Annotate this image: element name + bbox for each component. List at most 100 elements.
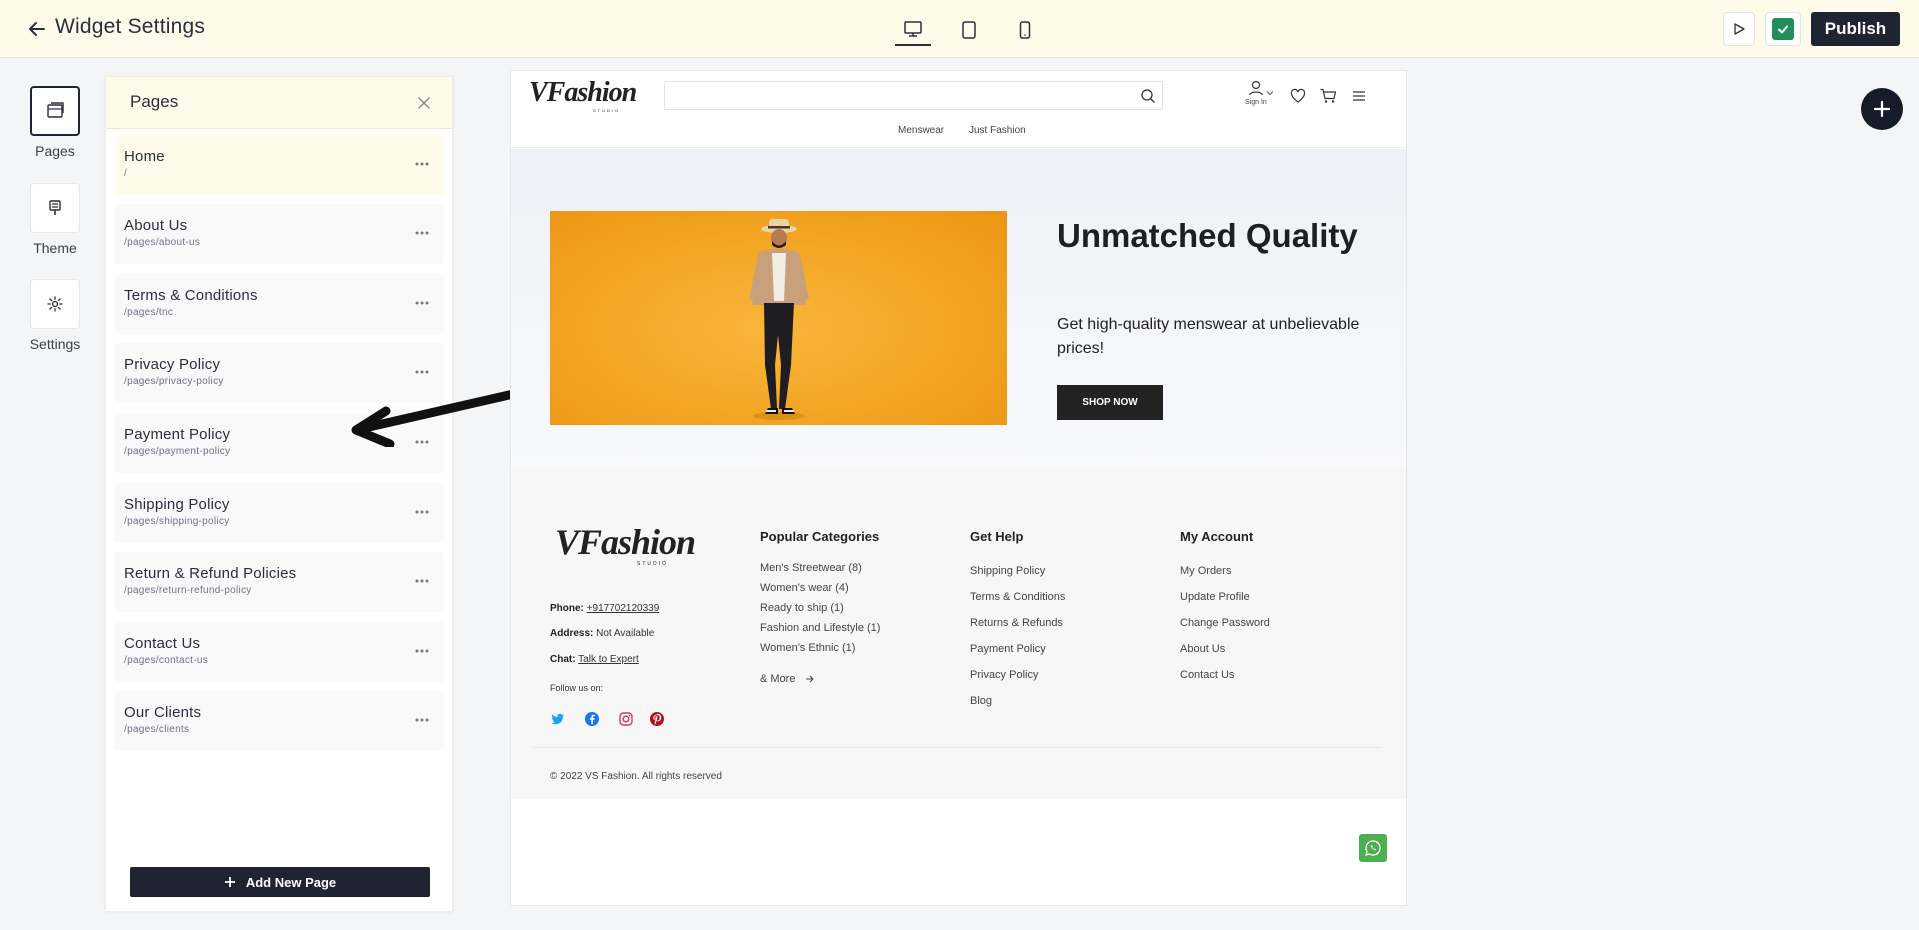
more-icon[interactable] [414, 509, 430, 515]
site-preview: VFashion STUDIO Menswear Just Fashion Si… [510, 70, 1407, 906]
footer-link[interactable]: Women's Ethnic (1) [760, 642, 855, 654]
page-path: /pages/shipping-policy [124, 516, 230, 527]
footer-link[interactable]: My Orders [1180, 565, 1231, 577]
save-check-button[interactable] [1765, 12, 1801, 46]
more-icon[interactable] [414, 648, 430, 654]
shop-now-button[interactable]: SHOP NOW [1057, 385, 1163, 420]
footer-link[interactable]: Shipping Policy [970, 565, 1045, 577]
footer-divider [533, 747, 1381, 748]
page-name: About Us [124, 217, 188, 234]
footer-link[interactable]: Update Profile [1180, 591, 1250, 603]
footer-col-account-title: My Account [1180, 529, 1254, 544]
rail-label-pages: Pages [35, 143, 75, 159]
tablet-view-button[interactable] [951, 14, 987, 46]
publish-button[interactable]: Publish [1811, 12, 1900, 46]
cart-icon[interactable] [1319, 87, 1337, 105]
search-icon[interactable] [1140, 88, 1156, 104]
user-icon[interactable] [1247, 79, 1265, 97]
page-item-our-clients[interactable]: Our Clients /pages/clients [115, 691, 444, 751]
rail-item-settings[interactable]: Settings [22, 279, 88, 352]
footer-link[interactable]: Returns & Refunds [970, 617, 1063, 629]
footer-link[interactable]: Contact Us [1180, 669, 1234, 681]
sign-in-label[interactable]: Sign In [1245, 99, 1267, 106]
page-name: Home [124, 148, 165, 165]
arrow-right-icon [805, 675, 814, 683]
close-icon[interactable] [416, 95, 432, 111]
top-bar: Widget Settings Publish [0, 0, 1919, 58]
whatsapp-button[interactable] [1359, 834, 1387, 862]
page-path: /pages/payment-policy [124, 446, 231, 457]
site-footer: VFashion STUDIO Phone: +917702120339 Add… [511, 469, 1406, 799]
preview-button[interactable] [1723, 12, 1755, 46]
more-icon[interactable] [414, 717, 430, 723]
page-path: /pages/contact-us [124, 655, 209, 666]
check-icon [1772, 18, 1794, 40]
instagram-icon[interactable] [618, 711, 634, 727]
play-icon [1734, 23, 1745, 35]
more-icon[interactable] [414, 161, 430, 167]
hamburger-menu-icon[interactable] [1350, 87, 1368, 105]
page-item-home[interactable]: Home / [115, 135, 444, 195]
footer-link[interactable]: Fashion and Lifestyle (1) [760, 622, 880, 634]
add-new-page-button[interactable]: Add New Page [130, 867, 430, 897]
page-path: /pages/return-refund-policy [124, 585, 252, 596]
pages-icon [30, 86, 80, 136]
chevron-down-icon [1266, 89, 1274, 97]
page-item-contact-us[interactable]: Contact Us /pages/contact-us [115, 622, 444, 682]
more-icon[interactable] [414, 230, 430, 236]
more-icon[interactable] [414, 300, 430, 306]
nav-just-fashion[interactable]: Just Fashion [969, 125, 1026, 136]
footer-link[interactable]: Payment Policy [970, 643, 1046, 655]
footer-col-categories-title: Popular Categories [760, 529, 880, 544]
more-icon[interactable] [414, 369, 430, 375]
plus-icon [1873, 100, 1891, 118]
facebook-icon[interactable] [584, 711, 600, 727]
footer-link[interactable]: About Us [1180, 643, 1225, 655]
page-path: / [124, 168, 128, 179]
phone-link[interactable]: +917702120339 [587, 603, 660, 614]
page-item-about-us[interactable]: About Us /pages/about-us [115, 204, 444, 264]
nav-menswear[interactable]: Menswear [898, 125, 944, 136]
search-input[interactable] [664, 81, 1163, 110]
footer-col-help-title: Get Help [970, 529, 1024, 544]
page-item-return-refund[interactable]: Return & Refund Policies /pages/return-r… [115, 552, 444, 612]
rail-label-theme: Theme [33, 240, 77, 256]
footer-link[interactable]: Blog [970, 695, 992, 707]
footer-link[interactable]: Terms & Conditions [970, 591, 1065, 603]
hero-image [550, 211, 1007, 425]
hero-title: Unmatched Quality [1057, 217, 1358, 254]
whatsapp-icon [1365, 840, 1381, 856]
footer-more-link[interactable]: & More [760, 673, 815, 685]
heart-icon[interactable] [1289, 87, 1307, 105]
footer-link[interactable]: Ready to ship (1) [760, 602, 844, 614]
back-arrow-icon[interactable] [26, 18, 48, 40]
page-title: Widget Settings [55, 15, 206, 38]
annotation-arrow-icon [351, 388, 522, 447]
desktop-view-button[interactable] [895, 14, 931, 46]
footer-logo[interactable]: VFashion STUDIO [555, 521, 696, 567]
hero-subtitle: Get high-quality menswear at unbelievabl… [1057, 316, 1360, 357]
follow-label: Follow us on: [550, 683, 604, 693]
desktop-icon [904, 21, 922, 37]
plus-icon [224, 877, 235, 887]
twitter-icon[interactable] [550, 711, 566, 727]
page-path: /pages/about-us [124, 237, 201, 248]
page-name: Contact Us [124, 635, 201, 652]
footer-link[interactable]: Men's Streetwear (8) [760, 562, 862, 574]
page-name: Privacy Policy [124, 356, 221, 373]
add-widget-button[interactable] [1861, 88, 1903, 130]
page-item-terms[interactable]: Terms & Conditions /pages/tnc [115, 274, 444, 334]
footer-link[interactable]: Change Password [1180, 617, 1270, 629]
footer-link[interactable]: Women's wear (4) [760, 582, 849, 594]
pinterest-icon[interactable] [649, 711, 665, 727]
site-logo[interactable]: VFashion STUDIO [529, 77, 637, 113]
gear-icon [30, 279, 80, 329]
chat-link[interactable]: Talk to Expert [578, 654, 639, 665]
rail-item-pages[interactable]: Pages [22, 86, 88, 159]
mobile-view-button[interactable] [1007, 14, 1043, 46]
rail-item-theme[interactable]: Theme [22, 183, 88, 256]
page-path: /pages/privacy-policy [124, 376, 224, 387]
footer-link[interactable]: Privacy Policy [970, 669, 1038, 681]
more-icon[interactable] [414, 578, 430, 584]
page-item-shipping-policy[interactable]: Shipping Policy /pages/shipping-policy [115, 483, 444, 543]
